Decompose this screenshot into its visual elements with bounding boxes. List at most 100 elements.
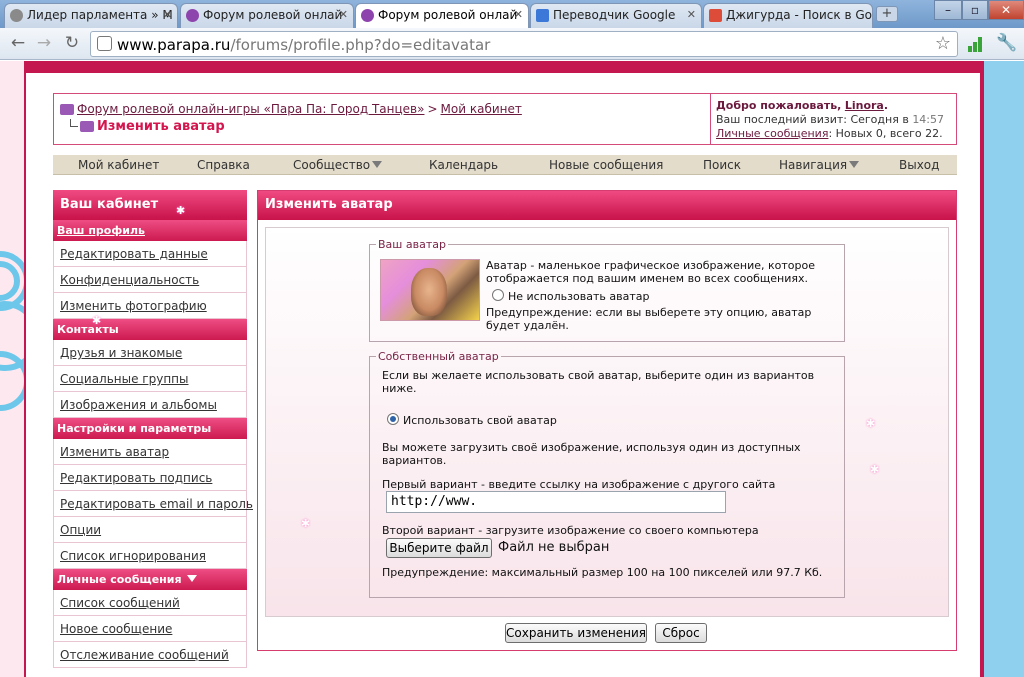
file-status: Файл не выбран bbox=[498, 540, 610, 555]
nav-new-posts[interactable]: Новые сообщения bbox=[549, 158, 663, 172]
forward-button[interactable]: → bbox=[32, 32, 56, 56]
no-avatar-label[interactable]: Не использовать аватар bbox=[508, 290, 649, 303]
reload-button[interactable]: ↻ bbox=[60, 32, 84, 56]
use-own-avatar-label[interactable]: Использовать свой аватар bbox=[403, 414, 557, 427]
browser-tab-4[interactable]: Переводчик Google ✕ bbox=[530, 3, 702, 28]
url-text[interactable]: www.parapa.ru/forums/profile.php?do=edit… bbox=[117, 36, 490, 54]
reset-button[interactable]: Сброс bbox=[655, 623, 707, 643]
web-page: Форум ролевой онлайн-игры «Пара Па: Горо… bbox=[0, 61, 1024, 677]
user-cp-sidebar: Ваш кабинет Ваш профиль Редактировать да… bbox=[53, 190, 253, 677]
your-avatar-legend: Ваш аватар bbox=[378, 238, 446, 251]
welcome-greeting: Добро пожаловать, bbox=[716, 99, 842, 112]
nav-calendar[interactable]: Календарь bbox=[429, 158, 498, 172]
tab-title: Переводчик Google bbox=[553, 8, 676, 22]
option1-label: Первый вариант - введите ссылку на изобр… bbox=[382, 478, 776, 491]
background-decoration bbox=[980, 61, 1024, 677]
sidebar-item-albums[interactable]: Изображения и альбомы bbox=[53, 392, 247, 418]
sidebar-item-privacy[interactable]: Конфиденциальность bbox=[53, 267, 247, 293]
dropdown-arrow-icon bbox=[372, 161, 383, 168]
current-avatar-image bbox=[380, 259, 480, 321]
forum-home-icon bbox=[60, 104, 74, 115]
wrench-icon[interactable]: 🔧 bbox=[996, 33, 1017, 53]
avatar-url-input[interactable]: http://www. bbox=[386, 491, 726, 513]
sidebar-item-message-list[interactable]: Список сообщений bbox=[53, 590, 247, 616]
tab-close-icon[interactable]: ✕ bbox=[339, 8, 348, 21]
nav-search[interactable]: Поиск bbox=[703, 158, 741, 172]
sidebar-item-new-message[interactable]: Новое сообщение bbox=[53, 616, 247, 642]
no-avatar-radio[interactable] bbox=[492, 289, 504, 301]
nav-navigation[interactable]: Навигация bbox=[779, 158, 860, 172]
breadcrumb-separator: > bbox=[427, 102, 438, 116]
back-button[interactable]: ← bbox=[6, 32, 30, 56]
minimize-button[interactable]: – bbox=[934, 0, 962, 20]
choose-file-button[interactable]: Выберите файл bbox=[386, 538, 492, 558]
maximize-button[interactable]: ▫ bbox=[962, 0, 988, 20]
browser-tab-1[interactable]: Лидер парламента » М ✕ bbox=[4, 3, 178, 28]
save-changes-button[interactable]: Сохранить изменения bbox=[505, 623, 647, 643]
google-translate-icon bbox=[536, 9, 549, 22]
browser-tab-strip: Лидер парламента » М ✕ Форум ролевой онл… bbox=[0, 0, 1024, 28]
username-link[interactable]: Linora bbox=[845, 99, 884, 112]
site-favicon-icon bbox=[10, 9, 23, 22]
tab-close-icon[interactable]: ✕ bbox=[514, 8, 523, 21]
your-avatar-fieldset: Ваш аватар Аватар - маленькое графическо… bbox=[369, 238, 845, 342]
custom-avatar-legend: Собственный аватар bbox=[378, 350, 499, 363]
sidebar-item-ignore-list[interactable]: Список игнорирования bbox=[53, 543, 247, 569]
browser-tab-3-active[interactable]: Форум ролевой онлай ✕ bbox=[355, 3, 529, 28]
nav-help[interactable]: Справка bbox=[197, 158, 250, 172]
sidebar-item-change-photo[interactable]: Изменить фотографию bbox=[53, 293, 247, 319]
page-title: Изменить аватар bbox=[97, 119, 225, 134]
new-tab-button[interactable]: + bbox=[876, 6, 898, 22]
forum-home-icon bbox=[80, 121, 94, 132]
use-own-avatar-radio[interactable] bbox=[387, 413, 399, 425]
tab-title: Форум ролевой онлай bbox=[378, 8, 518, 22]
sidebar-item-change-avatar[interactable]: Изменить аватар bbox=[53, 439, 247, 465]
sidebar-item-friends[interactable]: Друзья и знакомые bbox=[53, 340, 247, 366]
sidebar-item-edit-signature[interactable]: Редактировать подпись bbox=[53, 465, 247, 491]
tab-title: Джигурда - Поиск в Go bbox=[726, 8, 872, 22]
custom-avatar-intro: Если вы желаете использовать свой аватар… bbox=[382, 369, 815, 395]
google-favicon-icon bbox=[709, 9, 722, 22]
sparkle-decoration: ✱ bbox=[866, 417, 876, 430]
forum-navbar: Мой кабинет Справка Сообщество Календарь… bbox=[53, 155, 957, 175]
sidebar-section-messages[interactable]: Личные сообщения bbox=[53, 569, 247, 590]
edit-avatar-panel: Изменить аватар Ваш аватар Аватар - мале… bbox=[257, 190, 957, 651]
site-favicon-icon bbox=[361, 9, 374, 22]
page-icon bbox=[97, 36, 112, 51]
bookmark-star-icon[interactable]: ☆ bbox=[935, 33, 951, 54]
sparkle-decoration: ✱ bbox=[176, 204, 186, 217]
sidebar-section-settings: Настройки и параметры bbox=[53, 418, 247, 439]
sparkle-decoration: ✱ bbox=[301, 517, 311, 530]
sidebar-section-profile[interactable]: Ваш профиль bbox=[53, 220, 247, 241]
sparkle-decoration: ✱ bbox=[870, 463, 880, 476]
dropdown-arrow-icon bbox=[849, 161, 860, 168]
breadcrumb: Форум ролевой онлайн-игры «Пара Па: Горо… bbox=[60, 102, 710, 134]
browser-tab-5[interactable]: Джигурда - Поиск в Go bbox=[703, 3, 873, 28]
size-warning: Предупреждение: максимальный размер 100 … bbox=[382, 566, 823, 579]
breadcrumb-forum-link[interactable]: Форум ролевой онлайн-игры «Пара Па: Горо… bbox=[77, 102, 424, 116]
nav-logout[interactable]: Выход bbox=[899, 158, 939, 172]
browser-toolbar: ← → ↻ www.parapa.ru/forums/profile.php?d… bbox=[0, 28, 1024, 60]
header-band bbox=[26, 61, 980, 73]
sidebar-item-track-messages[interactable]: Отслеживание сообщений bbox=[53, 642, 247, 668]
sidebar-title: Ваш кабинет bbox=[53, 190, 247, 220]
sidebar-item-edit-email-password[interactable]: Редактировать email и пароль bbox=[53, 491, 253, 517]
sparkle-decoration: ✱ bbox=[92, 314, 102, 327]
sidebar-item-options[interactable]: Опции bbox=[53, 517, 247, 543]
tab-close-icon[interactable]: ✕ bbox=[687, 8, 696, 21]
breadcrumb-cabinet-link[interactable]: Мой кабинет bbox=[441, 102, 522, 116]
upload-instructions: Вы можете загрузить своё изображение, ис… bbox=[382, 441, 801, 467]
close-window-button[interactable]: ✕ bbox=[988, 0, 1024, 20]
private-messages-count: : Новых 0, всего 22. bbox=[828, 127, 943, 140]
sidebar-item-social-groups[interactable]: Социальные группы bbox=[53, 366, 247, 392]
signal-bars-icon[interactable] bbox=[968, 36, 984, 52]
browser-tab-2[interactable]: Форум ролевой онлай ✕ bbox=[180, 3, 354, 28]
nav-community[interactable]: Сообщество bbox=[293, 158, 383, 172]
private-messages-link[interactable]: Личные сообщения bbox=[716, 127, 828, 140]
custom-avatar-fieldset: Собственный аватар Если вы желаете испол… bbox=[369, 350, 845, 598]
tab-close-icon[interactable]: ✕ bbox=[163, 8, 172, 21]
nav-my-cabinet[interactable]: Мой кабинет bbox=[78, 158, 159, 172]
collapse-arrow-icon bbox=[187, 575, 198, 582]
address-bar[interactable]: www.parapa.ru/forums/profile.php?do=edit… bbox=[90, 31, 958, 57]
sidebar-item-edit-details[interactable]: Редактировать данные bbox=[53, 241, 247, 267]
